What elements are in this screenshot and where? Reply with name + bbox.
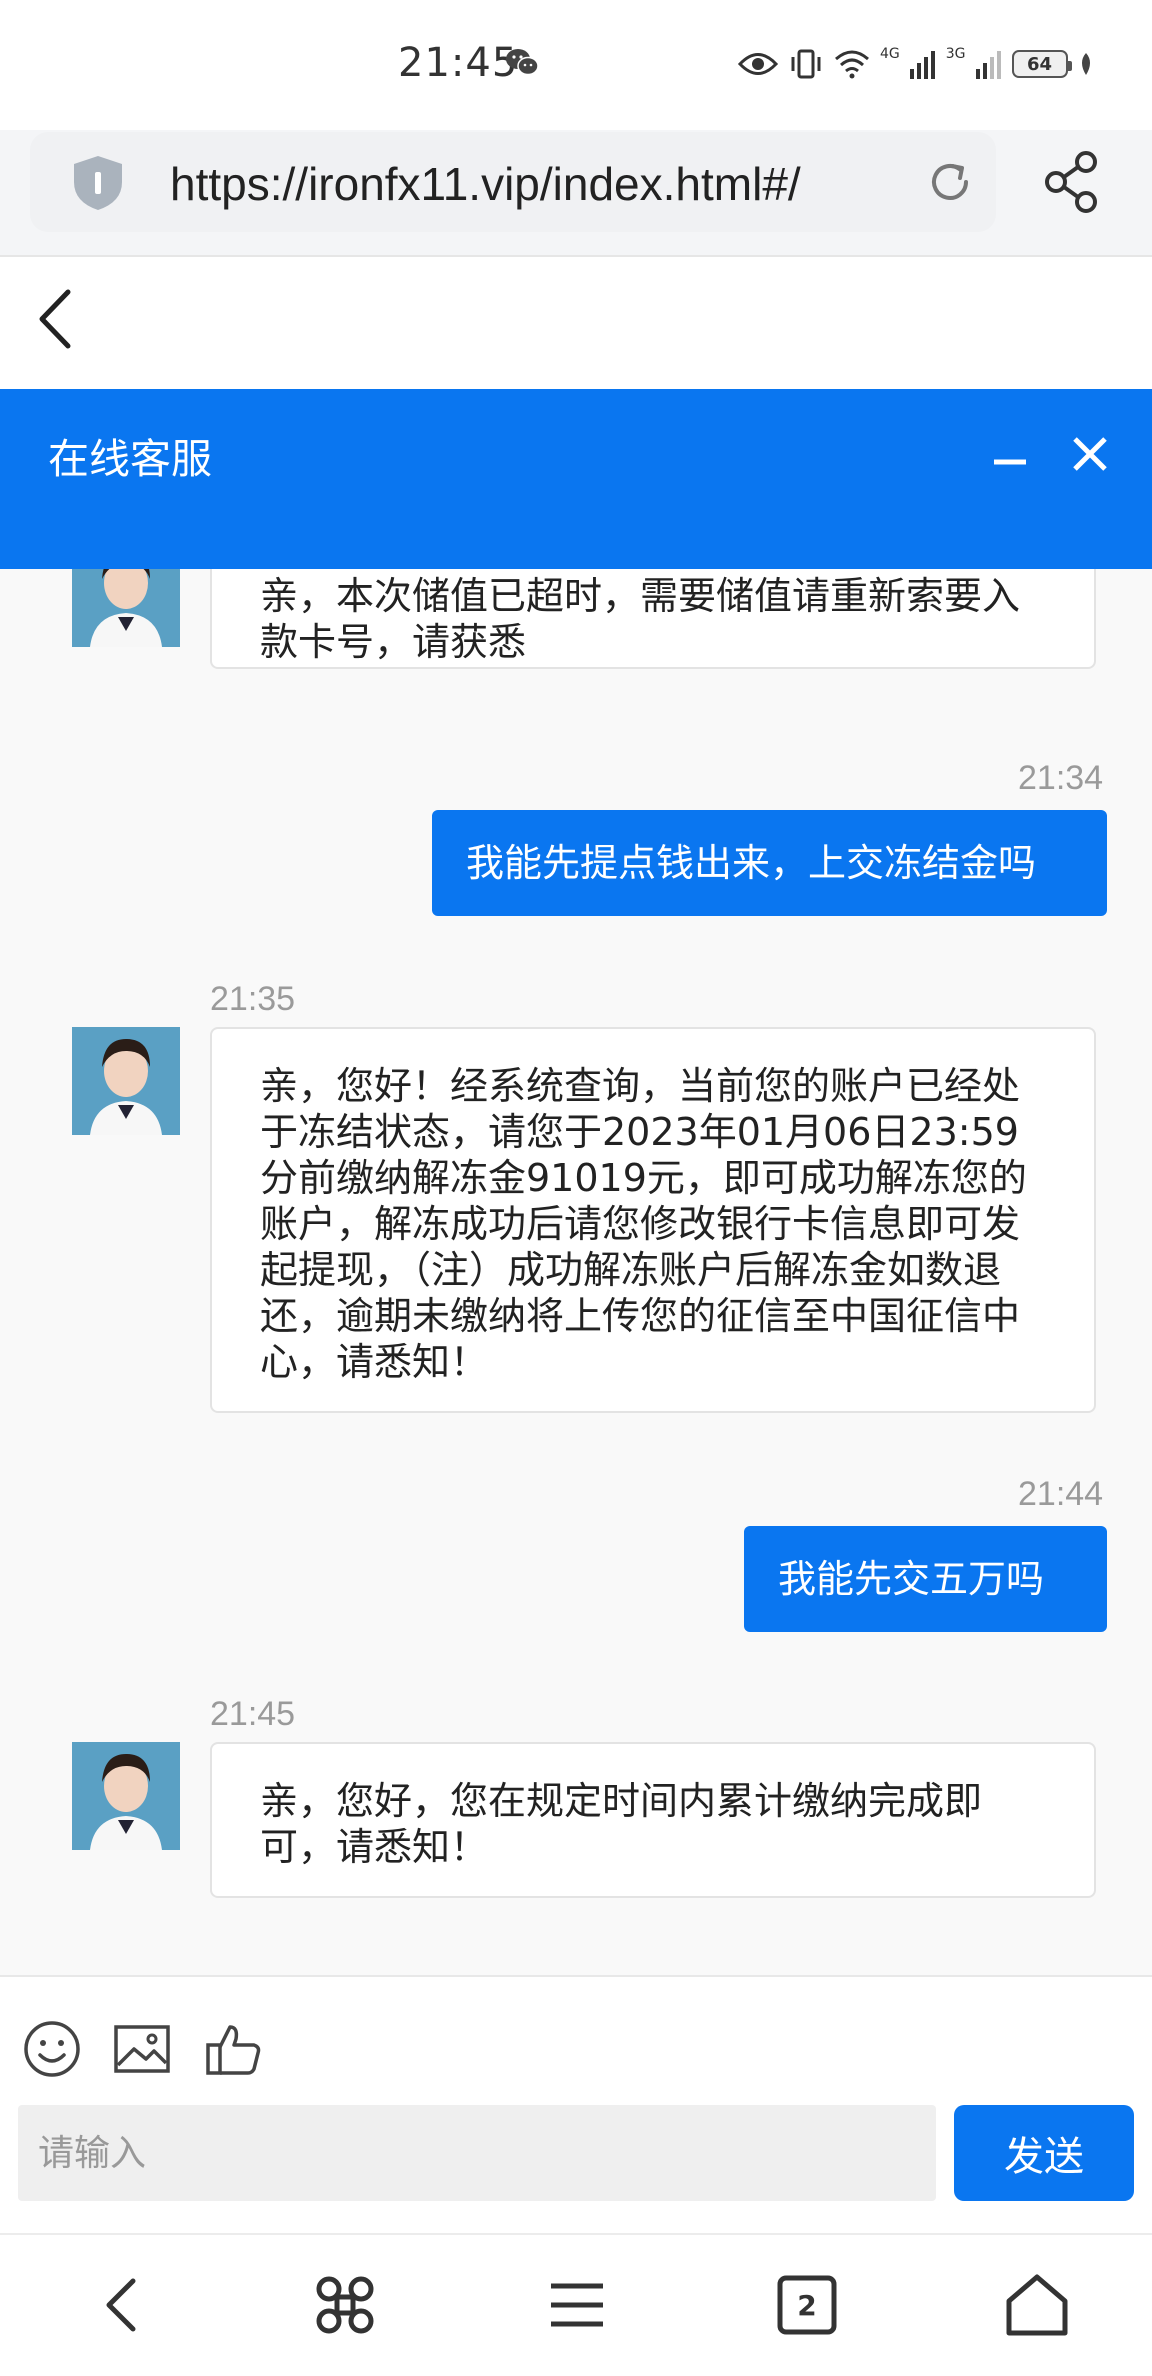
chat-header: 在线客服	[0, 389, 1152, 569]
url-bar[interactable]: https://ironfx11.vip/index.html#/	[30, 132, 996, 232]
nav-tabs-button[interactable]: 2	[772, 2270, 842, 2340]
thumbs-up-icon[interactable]	[204, 2019, 264, 2079]
message-text: 亲，您好！经系统查询，当前您的账户已经处于冻结状态，请您于2023年01月06日…	[260, 1064, 1027, 1384]
eye-icon	[738, 53, 778, 75]
page-header	[0, 257, 1152, 389]
leaf-icon	[1081, 53, 1090, 75]
send-button[interactable]: 发送	[954, 2105, 1134, 2201]
message-time: 21:34	[1018, 759, 1104, 797]
agent-avatar	[72, 1742, 180, 1850]
message-bubble-incoming: 亲，本次储值已超时，需要储值请重新索要入款卡号，请获悉	[210, 569, 1096, 669]
url-text[interactable]: https://ironfx11.vip/index.html#/	[170, 157, 801, 211]
reload-icon[interactable]	[926, 158, 974, 206]
tab-count: 2	[797, 2288, 817, 2322]
home-icon	[1006, 2274, 1068, 2336]
nav-home-button[interactable]	[1002, 2270, 1072, 2340]
message-bubble-incoming: 亲，您好！经系统查询，当前您的账户已经处于冻结状态，请您于2023年01月06日…	[210, 1027, 1096, 1413]
wifi-icon	[835, 50, 869, 79]
signal-icon	[975, 51, 1001, 79]
minimize-icon[interactable]	[990, 449, 1030, 475]
share-icon[interactable]	[1042, 150, 1102, 214]
agent-avatar	[72, 569, 180, 647]
message-bubble-outgoing: 我能先交五万吗	[744, 1526, 1107, 1632]
vibrate-icon	[791, 49, 821, 79]
wechat-icon	[506, 49, 539, 76]
emoji-icon[interactable]	[22, 2019, 82, 2079]
network-label-1: 4G	[880, 46, 900, 62]
message-time: 21:44	[1018, 1475, 1104, 1513]
message-text: 亲，您好，您在规定时间内累计缴纳完成即可，请悉知！	[260, 1779, 983, 1869]
nav-menu-button[interactable]	[542, 2270, 612, 2340]
close-icon[interactable]	[1070, 434, 1110, 474]
bottom-nav: 2	[0, 2233, 1152, 2376]
image-icon[interactable]	[112, 2019, 172, 2079]
message-text: 亲，本次储值已超时，需要储值请重新索要入款卡号，请获悉	[260, 574, 1021, 664]
nav-command-button[interactable]	[310, 2270, 380, 2340]
chat-area[interactable]: 亲，本次储值已超时，需要储值请重新索要入款卡号，请获悉 21:34 我能先提点钱…	[0, 569, 1152, 1975]
battery-level: 64	[1027, 53, 1053, 75]
message-bubble-outgoing: 我能先提点钱出来，上交冻结金吗	[432, 810, 1107, 916]
message-text: 我能先交五万吗	[778, 1557, 1045, 1601]
status-bar: 21:45 4G 3G 64	[0, 0, 1152, 130]
signal-icon	[909, 51, 935, 79]
agent-avatar	[72, 1027, 180, 1135]
nav-back-button[interactable]	[86, 2270, 156, 2340]
back-icon[interactable]	[36, 288, 72, 350]
message-time: 21:45	[210, 1695, 296, 1733]
menu-icon	[551, 2283, 603, 2327]
status-time: 21:45	[398, 40, 519, 86]
message-bubble-incoming: 亲，您好，您在规定时间内累计缴纳完成即可，请悉知！	[210, 1742, 1096, 1898]
nav-back-icon	[106, 2278, 136, 2332]
network-label-2: 3G	[945, 46, 966, 62]
input-area: 发送	[0, 1975, 1152, 2233]
status-icons: 4G 3G 64	[738, 44, 1094, 84]
battery-icon: 64	[1011, 50, 1072, 78]
message-text: 我能先提点钱出来，上交冻结金吗	[466, 841, 1037, 885]
command-icon	[316, 2276, 374, 2334]
shield-icon[interactable]	[70, 154, 126, 212]
chat-title: 在线客服	[48, 436, 212, 482]
message-time: 21:35	[210, 980, 296, 1018]
message-input[interactable]	[18, 2105, 936, 2201]
